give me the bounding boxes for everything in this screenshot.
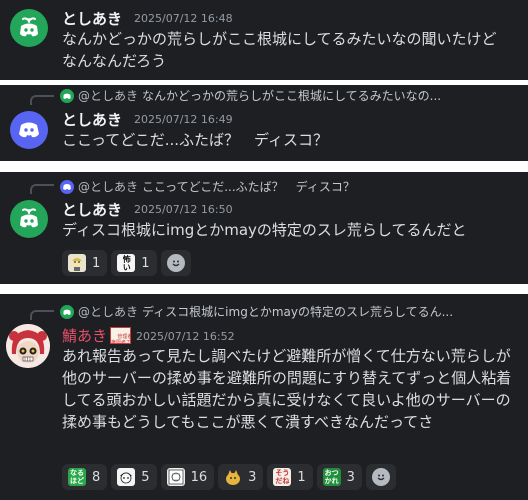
message-text: ディスコ根城にimgとかmayの特定のスレ荒らしてるんだと — [62, 221, 467, 239]
avatar[interactable] — [10, 111, 48, 149]
emoji-text: なる ほど — [70, 469, 84, 485]
reply-line — [30, 184, 54, 194]
reply-snippet[interactable]: ここってどこだ...ふたば？ ディスコ？ — [142, 178, 355, 195]
timestamp: 2025/07/12 16:49 — [134, 113, 233, 126]
emoji-text: そう だね — [275, 469, 290, 485]
reply-avatar — [60, 179, 74, 194]
discord-logo-icon — [63, 183, 71, 190]
message-3: @としあき ここってどこだ...ふたば？ ディスコ？ としあき 2025/07/… — [0, 172, 528, 284]
avatar[interactable] — [10, 9, 48, 47]
message-2: @としあき なんかどっかの荒らしがここ根城にしてるみたいなの... としあき 2… — [0, 85, 528, 161]
message-text: なんかどっかの荒らしがここ根城にしてるみたいなの聞いたけどなんなんだろう — [62, 30, 497, 70]
reaction-count: 3 — [248, 469, 257, 485]
author-name[interactable]: としあき — [62, 8, 122, 29]
discord-logo-icon — [20, 208, 38, 228]
yellow-creature-emoji-icon — [224, 468, 242, 486]
emoji-text: おつ かれ — [324, 469, 339, 485]
reaction-button[interactable]: なる ほど 8 — [62, 464, 108, 490]
discord-logo-icon — [19, 122, 39, 138]
reply-snippet[interactable]: ディスコ根城にimgとかmayの特定のスレ荒らしてるん... — [142, 303, 453, 320]
reply-avatar — [60, 88, 74, 103]
reaction-bar: 1 怖い 1 — [62, 250, 191, 276]
add-reaction-button[interactable] — [365, 464, 396, 490]
message-1: としあき 2025/07/12 16:48 なんかどっかの荒らしがここ根城にして… — [0, 0, 528, 80]
message-4: @としあき ディスコ根城にimgとかmayの特定のスレ荒らしてるん... 鯖あき… — [0, 294, 528, 500]
reaction-count: 1 — [141, 255, 150, 271]
manga-panel-emoji-icon — [166, 468, 185, 486]
naruhodo-emoji-icon: なる ほど — [68, 468, 86, 486]
add-reaction-button[interactable] — [160, 250, 191, 276]
timestamp: 2025/07/12 16:50 — [134, 203, 233, 216]
reply-preview[interactable]: @としあき なんかどっかの荒らしがここ根城にしてるみたいなの... — [60, 87, 520, 104]
discord-logo-icon — [63, 93, 71, 99]
message-text: あれ報告あって見たし調べたけど避難所が憎くて仕方ない荒らしが他のサーバーの揉め事… — [62, 347, 512, 431]
reaction-button[interactable]: 16 — [160, 464, 215, 490]
reaction-button[interactable]: 1 — [62, 250, 108, 276]
reply-mention[interactable]: @としあき — [78, 178, 138, 195]
message-text: ここってどこだ...ふたば？ ディスコ？ — [62, 131, 329, 149]
souda-emoji-icon: そう だね — [273, 468, 292, 486]
smiley-icon — [371, 468, 390, 486]
reaction-button[interactable]: そう だね 1 — [267, 464, 313, 490]
reaction-count: 8 — [92, 469, 101, 485]
reply-line — [30, 95, 54, 105]
reply-preview[interactable]: @としあき ディスコ根城にimgとかmayの特定のスレ荒らしてるん... — [60, 303, 520, 320]
reaction-button[interactable]: おつ かれ 3 — [316, 464, 362, 490]
sticker-text: 怖い — [122, 255, 132, 271]
reaction-button[interactable]: 3 — [218, 464, 264, 490]
reaction-count: 5 — [141, 469, 150, 485]
avatar[interactable] — [10, 200, 48, 238]
reaction-count: 16 — [190, 469, 208, 485]
reply-mention[interactable]: @としあき — [78, 87, 138, 104]
reaction-button[interactable]: 5 — [111, 464, 157, 490]
reply-snippet[interactable]: なんかどっかの荒らしがここ根城にしてるみたいなの... — [142, 87, 441, 104]
reply-mention[interactable]: @としあき — [78, 303, 138, 320]
reaction-count: 3 — [346, 469, 355, 485]
reaction-bar: なる ほど 8 5 16 3 そう だね 1 おつ かれ 3 — [62, 464, 396, 490]
author-name[interactable]: としあき — [62, 109, 122, 130]
text-sticker-emoji-icon: 怖い — [117, 254, 136, 272]
otsukare-emoji-icon: おつ かれ — [322, 468, 341, 486]
discord-logo-icon — [63, 309, 71, 315]
reply-avatar — [60, 304, 74, 319]
timestamp: 2025/07/12 16:48 — [134, 12, 233, 25]
reaction-button[interactable]: 怖い 1 — [111, 250, 157, 276]
reaction-count: 1 — [297, 469, 306, 485]
manga-face-emoji-icon — [117, 468, 136, 486]
timestamp: 2025/07/12 16:52 — [136, 330, 235, 343]
reply-preview[interactable]: @としあき ここってどこだ...ふたば？ ディスコ？ — [60, 178, 520, 195]
avatar[interactable] — [6, 324, 50, 368]
discord-logo-icon — [20, 17, 38, 37]
admin-badge[interactable]: 管理者 権限者です — [110, 327, 131, 344]
anime-character-icon — [6, 324, 50, 368]
reply-line — [30, 310, 54, 320]
author-name[interactable]: 鯖あき — [62, 325, 107, 346]
smiley-icon — [166, 254, 185, 272]
admin-badge-text: 管理者 権限者です — [111, 334, 131, 344]
reaction-count: 1 — [92, 255, 101, 271]
author-name[interactable]: としあき — [62, 199, 122, 220]
character-face-emoji-icon — [68, 254, 86, 272]
